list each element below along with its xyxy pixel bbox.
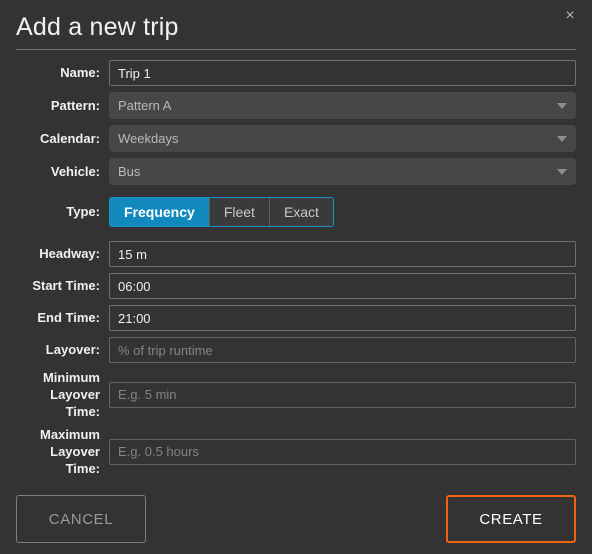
field-row-maximum-layover-time: Maximum Layover Time:: [16, 426, 576, 477]
field-calendar: Weekdays: [109, 125, 576, 152]
headway-input[interactable]: [109, 241, 576, 267]
name-input[interactable]: [109, 60, 576, 86]
layover-input[interactable]: [109, 337, 576, 363]
field-headway: [109, 241, 576, 267]
label-name: Name:: [60, 65, 100, 80]
label-maximum-layover-time: Maximum Layover Time:: [16, 426, 109, 477]
calendar-select[interactable]: Weekdays: [109, 125, 576, 152]
create-button[interactable]: CREATE: [446, 495, 576, 543]
label-minimum-layover-time-line1: Minimum: [42, 370, 100, 385]
close-icon[interactable]: ×: [558, 4, 582, 28]
type-segmented-control: Frequency Fleet Exact: [109, 197, 334, 227]
pattern-select-value: Pattern A: [118, 98, 172, 113]
label-type: Type:: [66, 204, 100, 219]
label-end-time: End Time:: [37, 310, 100, 325]
chevron-down-icon: [557, 135, 567, 142]
trip-form: Name: Pattern: Pattern A Calendar: Weekd…: [0, 50, 592, 477]
field-start-time: [109, 273, 576, 299]
field-maximum-layover-time: [109, 438, 576, 465]
end-time-input[interactable]: [109, 305, 576, 331]
field-row-start-time: Start Time:: [16, 273, 576, 299]
type-option-fleet[interactable]: Fleet: [208, 198, 269, 226]
field-row-headway: Headway:: [16, 241, 576, 267]
type-option-exact[interactable]: Exact: [268, 198, 333, 226]
label-vehicle: Vehicle:: [50, 163, 100, 179]
vehicle-select-value: Bus: [118, 164, 141, 179]
label-maximum-layover-time-line1: Maximum: [40, 427, 100, 442]
page-title: Add a new trip: [16, 13, 179, 41]
cancel-button[interactable]: CANCEL: [16, 495, 146, 543]
field-row-pattern: Pattern: Pattern A: [16, 92, 576, 119]
field-row-layover: Layover:: [16, 337, 576, 363]
maximum-layover-time-input[interactable]: [109, 438, 576, 465]
label-minimum-layover-time-line2: Layover Time:: [50, 387, 100, 419]
label-start-time: Start Time:: [32, 278, 100, 293]
vehicle-select[interactable]: Bus: [109, 158, 576, 185]
field-type: Frequency Fleet Exact: [109, 197, 576, 227]
field-end-time: [109, 305, 576, 331]
field-row-end-time: End Time:: [16, 305, 576, 331]
field-vehicle: Bus: [109, 158, 576, 185]
label-minimum-layover-time: Minimum Layover Time:: [16, 369, 109, 420]
start-time-input[interactable]: [109, 273, 576, 299]
field-layover: [109, 337, 576, 363]
field-minimum-layover-time: [109, 381, 576, 408]
field-row-name: Name:: [16, 60, 576, 86]
chevron-down-icon: [557, 102, 567, 109]
label-layover: Layover:: [45, 342, 100, 357]
add-trip-dialog: Add a new trip × Name: Pattern: Pattern …: [0, 0, 592, 554]
minimum-layover-time-input[interactable]: [109, 381, 576, 408]
label-pattern: Pattern:: [50, 97, 100, 113]
field-row-minimum-layover-time: Minimum Layover Time:: [16, 369, 576, 420]
field-pattern: Pattern A: [109, 92, 576, 119]
calendar-select-value: Weekdays: [118, 131, 179, 146]
field-name: [109, 60, 576, 86]
label-headway: Headway:: [39, 246, 100, 261]
field-row-type: Type: Frequency Fleet Exact: [16, 197, 576, 227]
pattern-select[interactable]: Pattern A: [109, 92, 576, 119]
dialog-header: Add a new trip ×: [0, 0, 592, 50]
label-calendar: Calendar:: [40, 130, 100, 146]
header-divider: [16, 49, 576, 50]
field-row-calendar: Calendar: Weekdays: [16, 125, 576, 152]
chevron-down-icon: [557, 168, 567, 175]
dialog-footer: CANCEL CREATE: [0, 484, 592, 554]
type-option-frequency[interactable]: Frequency: [110, 198, 209, 226]
label-maximum-layover-time-line2: Layover Time:: [50, 444, 100, 476]
field-row-vehicle: Vehicle: Bus: [16, 158, 576, 185]
